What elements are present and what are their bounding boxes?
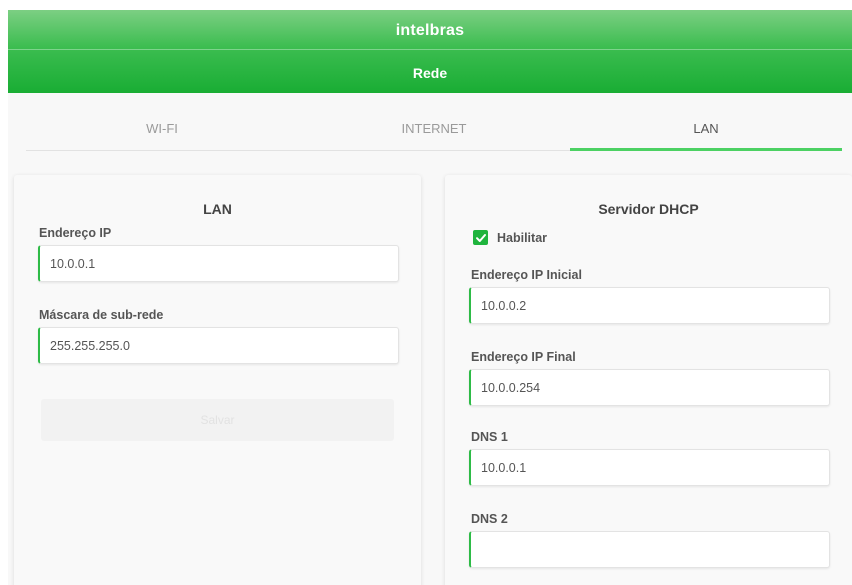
lan-card: LAN Endereço IP 10.0.0.1 Máscara de sub-… (14, 175, 421, 585)
tab-lan[interactable]: LAN (570, 110, 842, 151)
subnet-mask-label: Máscara de sub-rede (39, 308, 164, 322)
ip-address-input[interactable]: 10.0.0.1 (38, 245, 399, 282)
enable-checkbox[interactable] (473, 230, 488, 245)
lan-card-title: LAN (203, 201, 232, 217)
dns2-input[interactable] (469, 531, 830, 568)
dns1-label: DNS 1 (471, 430, 508, 444)
tab-bar: WI-FI INTERNET LAN (26, 110, 842, 152)
start-ip-label: Endereço IP Inicial (471, 268, 582, 282)
ip-address-label: Endereço IP (39, 226, 112, 240)
end-ip-label: Endereço IP Final (471, 350, 576, 364)
enable-label: Habilitar (497, 231, 548, 245)
dns2-label: DNS 2 (471, 512, 508, 526)
tab-wifi[interactable]: WI-FI (26, 110, 298, 151)
dhcp-card: Servidor DHCP Habilitar Endereço IP Inic… (445, 175, 852, 585)
end-ip-input[interactable]: 10.0.0.254 (469, 369, 830, 406)
app-frame: intelbras Rede WI-FI INTERNET LAN LAN En… (8, 10, 852, 585)
dhcp-card-title: Servidor DHCP (598, 201, 699, 217)
brand-logo: intelbras (395, 22, 465, 39)
tab-internet[interactable]: INTERNET (298, 110, 570, 151)
start-ip-input[interactable]: 10.0.0.2 (469, 287, 830, 324)
checkmark-icon (475, 233, 486, 242)
page-title: Rede (412, 65, 448, 81)
dns1-input[interactable]: 10.0.0.1 (469, 449, 830, 486)
header: intelbras Rede (8, 10, 852, 93)
save-button[interactable]: Salvar (41, 399, 394, 441)
subnet-mask-input[interactable]: 255.255.255.0 (38, 327, 399, 364)
header-divider (8, 49, 852, 50)
